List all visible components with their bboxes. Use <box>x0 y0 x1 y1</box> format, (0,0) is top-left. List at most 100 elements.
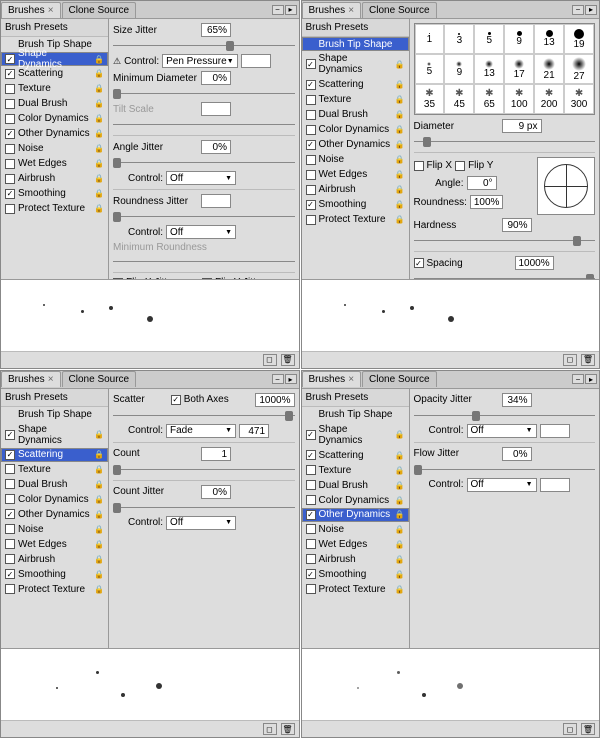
angle-jitter-value[interactable]: 0% <box>201 140 231 154</box>
angle-value[interactable]: 0° <box>467 176 497 190</box>
control-dropdown[interactable]: Off▼ <box>467 424 537 438</box>
tab-brushes[interactable]: Brushes× <box>302 371 362 387</box>
control-value[interactable] <box>241 54 271 68</box>
count-jitter-value[interactable]: 0% <box>201 485 231 499</box>
tab-clone-source[interactable]: Clone Source <box>362 371 437 387</box>
brush-presets-header[interactable]: Brush Presets <box>1 389 108 407</box>
control-dropdown[interactable]: Fade▼ <box>166 424 236 438</box>
brush-preset[interactable]: 13 <box>534 24 564 54</box>
diameter-value[interactable]: 9 px <box>502 119 542 133</box>
checkbox-icon[interactable] <box>306 215 316 225</box>
checkbox-icon[interactable] <box>306 539 316 549</box>
hardness-slider[interactable] <box>414 235 596 247</box>
scatter-slider[interactable] <box>113 410 295 422</box>
sidebar-dual-brush[interactable]: Dual Brush🔒 <box>302 478 409 493</box>
brush-preset[interactable]: 19 <box>564 24 594 54</box>
brush-preset[interactable]: ✱45 <box>444 84 474 114</box>
checkbox-icon[interactable] <box>5 494 15 504</box>
spacing-checkbox[interactable]: ✓ <box>414 258 424 268</box>
brush-preset[interactable]: 5 <box>474 24 504 54</box>
checkbox-icon[interactable] <box>306 465 316 475</box>
sidebar-brush-tip-shape[interactable]: Brush Tip Shape <box>1 407 108 422</box>
checkbox-icon[interactable]: ✓ <box>5 129 15 139</box>
sidebar-color-dynamics[interactable]: Color Dynamics🔒 <box>302 122 409 137</box>
control-dropdown[interactable]: Off▼ <box>467 478 537 492</box>
checkbox-icon[interactable]: ✓ <box>5 69 15 79</box>
new-icon[interactable]: ◻ <box>563 354 577 366</box>
sidebar-brush-tip-shape[interactable]: Brush Tip Shape <box>302 37 409 51</box>
checkbox-icon[interactable]: ✓ <box>306 430 316 440</box>
brush-preset[interactable]: ✱65 <box>474 84 504 114</box>
flow-jitter-slider[interactable] <box>414 464 596 476</box>
checkbox-icon[interactable]: ✓ <box>5 430 15 440</box>
opacity-jitter-value[interactable]: 34% <box>502 393 532 407</box>
checkbox-icon[interactable]: ✓ <box>5 569 15 579</box>
brush-presets-header[interactable]: Brush Presets <box>302 19 409 37</box>
tab-brushes[interactable]: Brushes× <box>302 2 362 18</box>
sidebar-airbrush[interactable]: Airbrush🔒 <box>302 182 409 197</box>
tab-brushes[interactable]: Brushes× <box>1 371 61 387</box>
flip-y-checkbox[interactable] <box>455 161 465 171</box>
roundness-value[interactable]: 100% <box>470 195 504 209</box>
min-diameter-slider[interactable] <box>113 88 295 100</box>
scatter-value[interactable]: 1000% <box>255 393 294 407</box>
fade-value[interactable]: 471 <box>239 424 269 438</box>
opacity-jitter-slider[interactable] <box>414 410 596 422</box>
tab-clone-source[interactable]: Clone Source <box>62 2 137 18</box>
trash-icon[interactable]: 🗑 <box>581 723 595 735</box>
diameter-slider[interactable] <box>414 136 596 148</box>
sidebar-smoothing[interactable]: ✓Smoothing🔒 <box>1 567 108 582</box>
sidebar-shape-dynamics[interactable]: ✓Shape Dynamics🔒 <box>302 51 409 77</box>
sidebar-shape-dynamics[interactable]: ✓Shape Dynamics🔒 <box>1 52 108 66</box>
sidebar-airbrush[interactable]: Airbrush🔒 <box>302 552 409 567</box>
sidebar-brush-tip-shape[interactable]: Brush Tip Shape <box>302 407 409 422</box>
checkbox-icon[interactable] <box>5 204 15 214</box>
trash-icon[interactable]: 🗑 <box>281 354 295 366</box>
checkbox-icon[interactable] <box>5 554 15 564</box>
tab-brushes[interactable]: Brushes× <box>1 2 61 18</box>
checkbox-icon[interactable]: ✓ <box>306 59 316 69</box>
brush-presets-header[interactable]: Brush Presets <box>1 19 108 37</box>
sidebar-shape-dynamics[interactable]: ✓Shape Dynamics🔒 <box>302 422 409 448</box>
close-icon[interactable]: × <box>48 374 54 385</box>
checkbox-icon[interactable] <box>306 170 316 180</box>
angle-jitter-slider[interactable] <box>113 157 295 169</box>
sidebar-color-dynamics[interactable]: Color Dynamics🔒 <box>1 492 108 507</box>
brush-preset-grid[interactable]: 1 3 5 9 13 19 5 9 13 17 21 27 ✱35 ✱45 ✱6… <box>414 23 596 115</box>
checkbox-icon[interactable]: ✓ <box>5 450 15 460</box>
checkbox-icon[interactable] <box>306 495 316 505</box>
checkbox-icon[interactable] <box>306 524 316 534</box>
menu-icon[interactable]: ▸ <box>285 374 297 384</box>
checkbox-icon[interactable] <box>5 144 15 154</box>
checkbox-icon[interactable] <box>5 584 15 594</box>
control-dropdown[interactable]: Off▼ <box>166 516 236 530</box>
sidebar-wet-edges[interactable]: Wet Edges🔒 <box>302 537 409 552</box>
sidebar-noise[interactable]: Noise🔒 <box>302 152 409 167</box>
sidebar-texture[interactable]: Texture🔒 <box>302 92 409 107</box>
sidebar-noise[interactable]: Noise🔒 <box>1 522 108 537</box>
sidebar-texture[interactable]: Texture🔒 <box>1 462 108 477</box>
sidebar-wet-edges[interactable]: Wet Edges🔒 <box>302 167 409 182</box>
menu-icon[interactable]: ▸ <box>585 374 597 384</box>
sidebar-dual-brush[interactable]: Dual Brush🔒 <box>302 107 409 122</box>
checkbox-icon[interactable]: ✓ <box>306 200 316 210</box>
sidebar-scattering[interactable]: ✓Scattering🔒 <box>302 448 409 463</box>
checkbox-icon[interactable]: ✓ <box>306 510 316 520</box>
sidebar-protect-texture[interactable]: Protect Texture🔒 <box>302 582 409 597</box>
close-icon[interactable]: × <box>348 5 354 16</box>
count-value[interactable]: 1 <box>201 447 231 461</box>
new-icon[interactable]: ◻ <box>263 723 277 735</box>
checkbox-icon[interactable]: ✓ <box>5 189 15 199</box>
sidebar-dual-brush[interactable]: Dual Brush🔒 <box>1 477 108 492</box>
close-icon[interactable]: × <box>48 5 54 16</box>
sidebar-other-dynamics[interactable]: ✓Other Dynamics🔒 <box>302 508 409 522</box>
min-diameter-value[interactable]: 0% <box>201 71 231 85</box>
brush-presets-header[interactable]: Brush Presets <box>302 389 409 407</box>
checkbox-icon[interactable] <box>306 155 316 165</box>
checkbox-icon[interactable] <box>5 539 15 549</box>
control-value[interactable] <box>540 478 570 492</box>
checkbox-icon[interactable] <box>5 524 15 534</box>
brush-preset[interactable]: 1 <box>415 24 445 54</box>
checkbox-icon[interactable] <box>306 110 316 120</box>
control-dropdown[interactable]: Pen Pressure▼ <box>162 54 238 68</box>
